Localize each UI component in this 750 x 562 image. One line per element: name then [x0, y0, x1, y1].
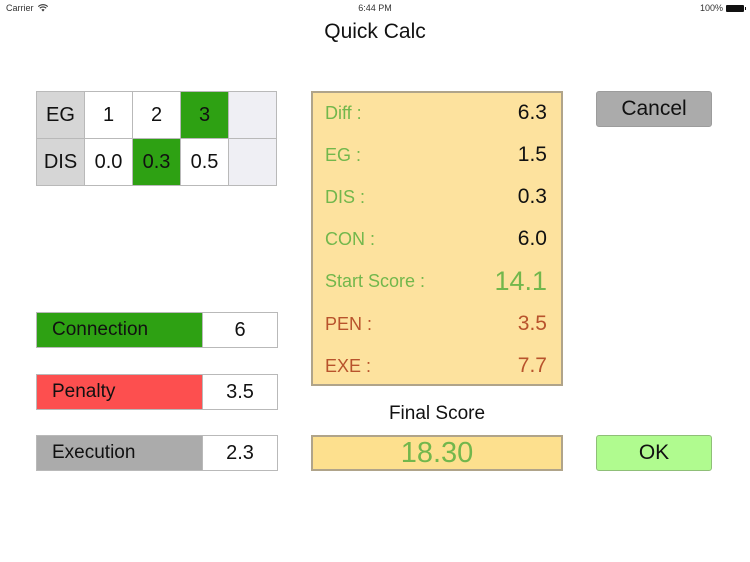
grid-cell[interactable]: 0.0	[84, 138, 133, 186]
grid-cell[interactable]: 0.3	[132, 138, 181, 186]
summary-panel: Diff : 6.3 EG : 1.5 DIS : 0.3 CON : 6.0 …	[311, 91, 563, 386]
grid-cell[interactable]	[228, 91, 277, 139]
summary-exe-label: EXE :	[325, 355, 372, 376]
summary-pen-value: 3.5	[517, 312, 547, 335]
summary-exe: EXE : 7.7	[325, 351, 547, 381]
grid-cell[interactable]: 3	[180, 91, 229, 139]
grid-cell[interactable]: 1	[84, 91, 133, 139]
final-score-label: Final Score	[388, 403, 486, 424]
summary-diff-label: Diff :	[325, 102, 362, 123]
battery-label: 100%	[699, 3, 723, 13]
summary-diff: Diff : 6.3	[325, 98, 547, 128]
summary-start-value: 14.1	[494, 265, 547, 296]
grid-row-label: DIS	[36, 138, 85, 186]
summary-con-label: CON :	[325, 228, 376, 249]
penalty-label: Penalty	[37, 375, 202, 409]
penalty-row: Penalty 3.5	[36, 374, 278, 410]
grid-cell[interactable]: 2	[132, 91, 181, 139]
connection-field[interactable]: 6	[202, 313, 277, 347]
summary-diff-value: 6.3	[517, 101, 547, 124]
summary-eg-value: 1.5	[517, 143, 547, 166]
summary-con-value: 6.0	[517, 227, 547, 250]
final-score-value: 18.30	[311, 435, 563, 471]
grid-row-eg: EG 1 2 3	[36, 91, 277, 139]
penalty-field[interactable]: 3.5	[202, 375, 277, 409]
summary-pen-label: PEN :	[325, 313, 373, 334]
summary-pen: PEN : 3.5	[325, 309, 547, 339]
summary-start-score: Start Score : 14.1	[325, 266, 547, 296]
status-time: 6:44 PM	[358, 3, 392, 13]
summary-exe-value: 7.7	[517, 354, 547, 377]
cancel-button[interactable]: Cancel	[596, 91, 712, 127]
summary-dis-label: DIS :	[325, 186, 366, 207]
grid-cell[interactable]	[228, 138, 277, 186]
connection-row: Connection 6	[36, 312, 278, 348]
ok-button[interactable]: OK	[596, 435, 712, 471]
summary-start-label: Start Score :	[325, 270, 426, 291]
execution-row: Execution 2.3	[36, 435, 278, 471]
summary-dis-value: 0.3	[517, 185, 547, 208]
status-bar: Carrier 6:44 PM 100%	[0, 0, 750, 16]
execution-label: Execution	[37, 436, 202, 470]
grid-row-dis: DIS 0.0 0.3 0.5	[36, 138, 277, 186]
battery-indicator: 100%	[699, 3, 746, 13]
battery-icon	[726, 4, 746, 12]
selection-grid: EG 1 2 3 DIS 0.0 0.3 0.5	[36, 91, 277, 186]
connection-label: Connection	[37, 313, 202, 347]
execution-field[interactable]: 2.3	[202, 436, 277, 470]
summary-con: CON : 6.0	[325, 224, 547, 254]
grid-row-label: EG	[36, 91, 85, 139]
summary-eg: EG : 1.5	[325, 140, 547, 170]
summary-eg-label: EG :	[325, 144, 362, 165]
page-title: Quick Calc	[324, 20, 426, 43]
summary-dis: DIS : 0.3	[325, 182, 547, 212]
grid-cell[interactable]: 0.5	[180, 138, 229, 186]
